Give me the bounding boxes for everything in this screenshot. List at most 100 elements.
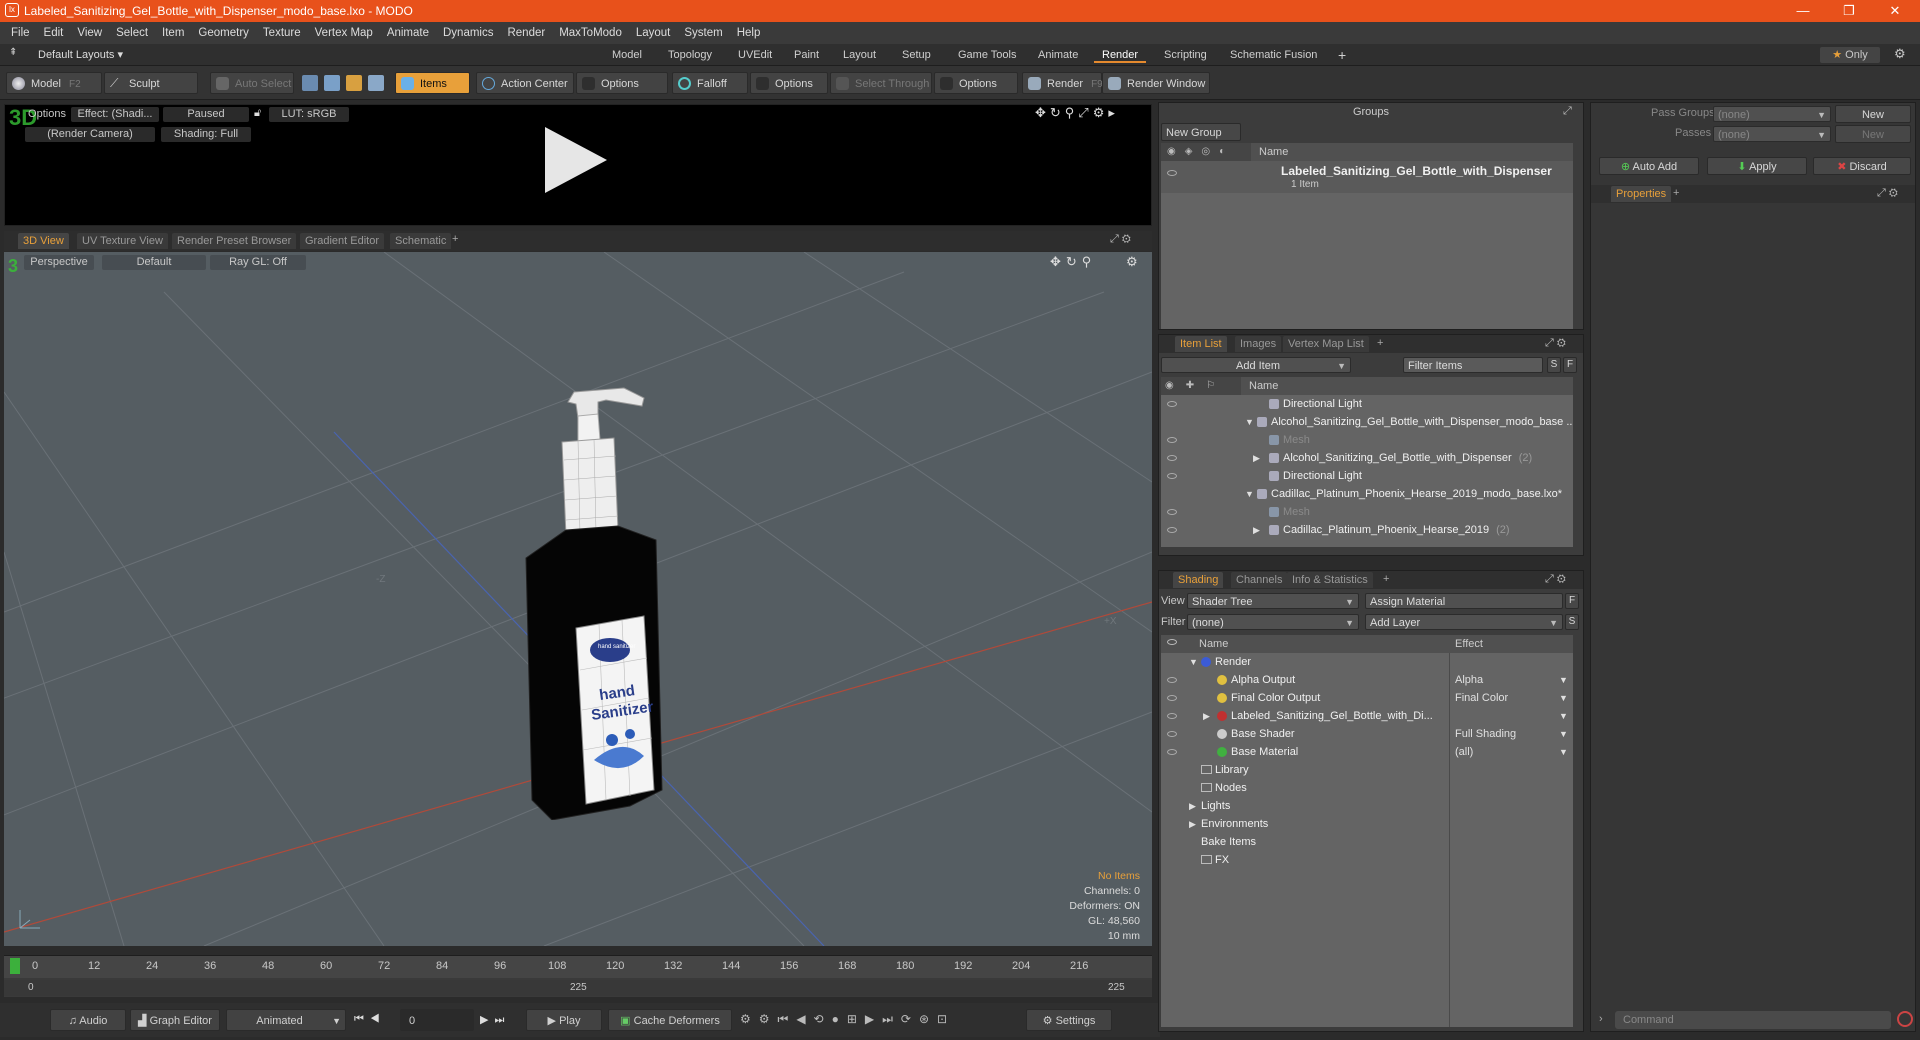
- options-button-2[interactable]: Options: [750, 72, 828, 94]
- render-camera-dropdown[interactable]: (Render Camera): [25, 127, 155, 142]
- tab-paint[interactable]: Paint: [786, 47, 827, 63]
- visibility-eye-icon[interactable]: [1167, 749, 1177, 755]
- timeline-ruler[interactable]: [4, 956, 1152, 978]
- render-effect-dropdown[interactable]: Effect: (Shadi...: [71, 107, 159, 122]
- chevron-down-icon[interactable]: ▼: [1559, 707, 1568, 725]
- properties-menu-icons[interactable]: ⤢ ⚙: [1877, 187, 1898, 200]
- only-toggle[interactable]: ★ Only: [1820, 47, 1880, 63]
- chevron-down-icon[interactable]: ▼: [1559, 743, 1568, 761]
- tab-schematic-fusion[interactable]: Schematic Fusion: [1222, 47, 1325, 63]
- effect-dropdown[interactable]: Alpha: [1455, 671, 1567, 689]
- tab-layout[interactable]: Layout: [835, 47, 884, 63]
- tab-uv-texture-view[interactable]: UV Texture View: [77, 233, 168, 249]
- expand-arrow-icon[interactable]: ▶: [1203, 707, 1210, 725]
- default-layouts-dropdown[interactable]: Default Layouts ▾: [38, 48, 123, 61]
- group-row[interactable]: Labeled_Sanitizing_Gel_Bottle_with_Dispe…: [1161, 161, 1573, 193]
- expand-arrow-icon[interactable]: ▼: [1245, 413, 1254, 431]
- assign-material-button[interactable]: Assign Material: [1365, 593, 1563, 609]
- menu-system[interactable]: System: [677, 22, 729, 44]
- timeline[interactable]: 0 12 24 36 48 60 72 84 96 108 120 132 14…: [4, 955, 1152, 997]
- shader-row[interactable]: Nodes: [1161, 779, 1573, 797]
- viewport-gear-icon[interactable]: ⚙: [1126, 254, 1138, 270]
- render-options[interactable]: Options: [25, 107, 69, 122]
- viewport-menu-icons[interactable]: ⤢ ⚙: [1110, 233, 1131, 246]
- 3d-viewport[interactable]: 3 Perspective Default Ray GL: Off ✥↻⚲ ⚙ …: [4, 252, 1152, 946]
- menu-animate[interactable]: Animate: [380, 22, 436, 44]
- item-list-s-button[interactable]: S: [1547, 357, 1561, 373]
- vertex-mode-icon[interactable]: [302, 75, 318, 91]
- chevron-down-icon[interactable]: ▼: [1559, 725, 1568, 743]
- shader-row[interactable]: Base Material (all) ▼: [1161, 743, 1573, 761]
- shading-dropdown[interactable]: Shading: Full: [161, 127, 251, 142]
- visibility-eye-icon[interactable]: [1167, 437, 1177, 443]
- shader-row[interactable]: Library: [1161, 761, 1573, 779]
- add-item-list-tab[interactable]: +: [1377, 337, 1383, 349]
- record-macro-icon[interactable]: [1897, 1011, 1913, 1027]
- tab-game-tools[interactable]: Game Tools: [950, 47, 1025, 63]
- auto-add-button[interactable]: ⊕ Auto Add: [1599, 157, 1699, 175]
- menu-vertex-map[interactable]: Vertex Map: [308, 22, 380, 44]
- tab-info-statistics[interactable]: Info & Statistics: [1287, 572, 1373, 588]
- new-group-button[interactable]: New Group: [1161, 123, 1241, 141]
- menu-item[interactable]: Item: [155, 22, 191, 44]
- frame-step-forward-icons[interactable]: ▶⏭: [480, 1013, 510, 1027]
- filter-dropdown[interactable]: (none) ▼: [1187, 614, 1359, 630]
- menu-select[interactable]: Select: [109, 22, 155, 44]
- effect-dropdown[interactable]: Final Color: [1455, 689, 1567, 707]
- menu-view[interactable]: View: [70, 22, 109, 44]
- item-list-f-button[interactable]: F: [1563, 357, 1577, 373]
- menu-geometry[interactable]: Geometry: [191, 22, 256, 44]
- menu-dynamics[interactable]: Dynamics: [436, 22, 500, 44]
- item-row[interactable]: ▶ Alcohol_Sanitizing_Gel_Bottle_with_Disp…: [1161, 449, 1573, 467]
- shader-tree[interactable]: Name Effect ▼ Render Alpha Output Alpha ▼ Fin…: [1161, 635, 1573, 1027]
- settings-button[interactable]: ⚙ Settings: [1026, 1009, 1112, 1031]
- falloff-button[interactable]: Falloff: [672, 72, 748, 94]
- tab-model[interactable]: Model: [604, 47, 650, 63]
- tab-item-list[interactable]: Item List: [1175, 336, 1227, 352]
- tab-scripting[interactable]: Scripting: [1156, 47, 1215, 63]
- select-through-button[interactable]: Select Through: [830, 72, 932, 94]
- groups-expand-icon[interactable]: ⤢: [1563, 105, 1572, 118]
- shader-row[interactable]: FX: [1161, 851, 1573, 869]
- effect-dropdown[interactable]: (all): [1455, 743, 1567, 761]
- shader-row[interactable]: Bake Items: [1161, 833, 1573, 851]
- shader-row[interactable]: ▶ Environments: [1161, 815, 1573, 833]
- tab-schematic[interactable]: Schematic: [390, 233, 452, 249]
- item-tree[interactable]: Name ◉✚⚐ Directional Light ▼ Alcohol_Sanit…: [1161, 377, 1573, 547]
- audio-button[interactable]: ♫ Audio: [50, 1009, 126, 1031]
- apply-button[interactable]: ⬇ Apply: [1707, 157, 1807, 175]
- key-tools-icons[interactable]: ⚙⚙⏮◀⟲●⊞▶⏭⟳⊛⊡: [740, 1012, 955, 1027]
- visibility-eye-icon[interactable]: [1167, 695, 1177, 701]
- shader-tree-dropdown[interactable]: Shader Tree ▼: [1187, 593, 1359, 609]
- edge-mode-icon[interactable]: [324, 75, 340, 91]
- visibility-eye-icon[interactable]: [1167, 509, 1177, 515]
- menu-layout[interactable]: Layout: [629, 22, 678, 44]
- visibility-eye-icon[interactable]: [1167, 677, 1177, 683]
- lut-dropdown[interactable]: LUT: sRGB: [269, 107, 349, 122]
- viewport-nav-icons[interactable]: ✥↻⚲: [1050, 254, 1096, 270]
- tab-setup[interactable]: Setup: [894, 47, 939, 63]
- tab-animate[interactable]: Animate: [1030, 47, 1086, 63]
- frame-step-back-icons[interactable]: ⏮◀: [354, 1013, 386, 1026]
- raygl-dropdown[interactable]: Ray GL: Off: [210, 255, 306, 270]
- tab-render[interactable]: Render: [1094, 47, 1147, 63]
- pass-groups-dropdown[interactable]: (none) ▼: [1713, 106, 1831, 122]
- tab-shading[interactable]: Shading: [1173, 572, 1224, 588]
- tab-render-preset-browser[interactable]: Render Preset Browser: [172, 233, 297, 249]
- render-preview[interactable]: 3D Options Effect: (Shadi... Paused 🔓︎ L…: [4, 104, 1152, 226]
- render-button[interactable]: Render F9: [1022, 72, 1103, 94]
- item-row[interactable]: ▼ Cadillac_Platinum_Phoenix_Hearse_2019_m…: [1161, 485, 1573, 503]
- polygon-mode-icon[interactable]: [346, 75, 362, 91]
- items-mode-button[interactable]: Items: [395, 72, 470, 94]
- chevron-down-icon[interactable]: ▼: [1559, 689, 1568, 707]
- graph-editor-button[interactable]: ▟ Graph Editor: [130, 1009, 220, 1031]
- options-button-1[interactable]: Options: [576, 72, 668, 94]
- play-button[interactable]: ▶ Play: [526, 1009, 602, 1031]
- play-icon[interactable]: [545, 127, 607, 193]
- expand-arrow-icon[interactable]: ▶: [1189, 815, 1196, 833]
- new-pass-group-button[interactable]: New: [1835, 105, 1911, 123]
- menu-help[interactable]: Help: [730, 22, 768, 44]
- render-view-controls[interactable]: ✥↻⚲⤢⚙▸: [1035, 105, 1119, 121]
- layout-arrow-icon[interactable]: ⇞: [9, 47, 17, 58]
- effect-dropdown[interactable]: Full Shading: [1455, 725, 1567, 743]
